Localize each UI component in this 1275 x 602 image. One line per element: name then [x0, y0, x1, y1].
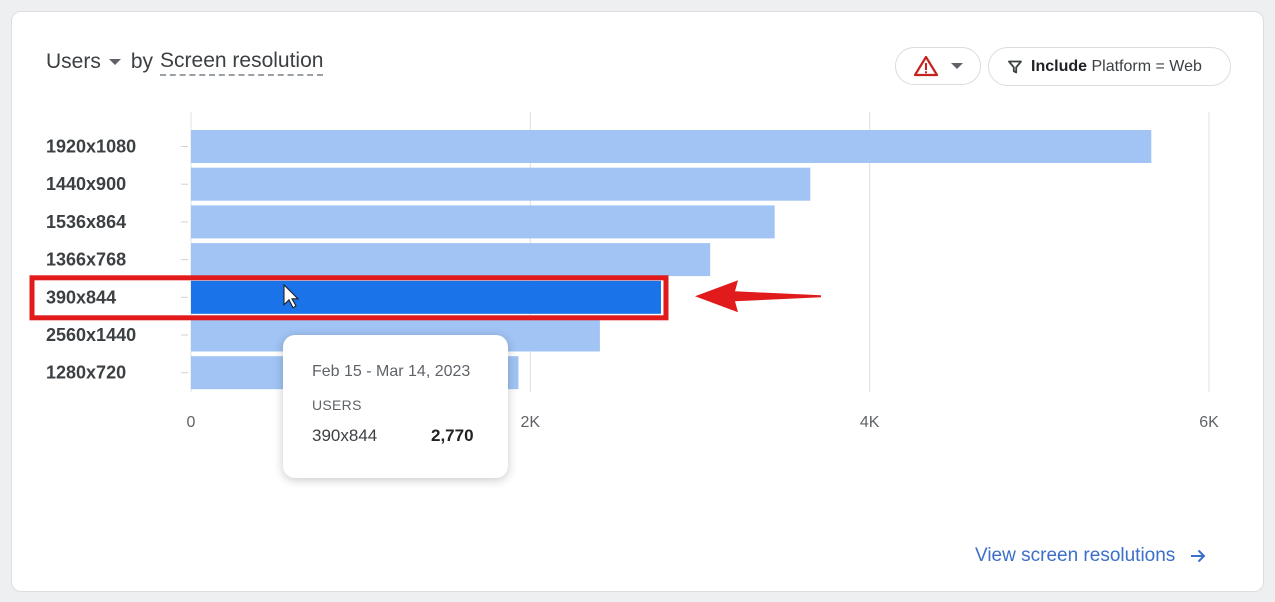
tooltip-date-range: Feb 15 - Mar 14, 2023 — [312, 363, 471, 380]
category-label: 2560x1440 — [46, 325, 136, 345]
tooltip-metric: USERS — [312, 397, 362, 413]
category-label: 1920x1080 — [46, 137, 136, 157]
view-screen-resolutions-link[interactable]: View screen resolutions — [975, 543, 1207, 569]
bar-390x844[interactable] — [191, 280, 661, 314]
x-tick-label: 0 — [187, 414, 196, 431]
annotation-arrow — [695, 280, 821, 313]
bar-chart: 1920x1080 1440x900 1536x864 1366x768 390x844… — [29, 112, 1219, 431]
chart-tooltip: Feb 15 - Mar 14, 2023 USERS 390x844 2,77… — [283, 335, 508, 478]
x-tick-label: 4K — [860, 414, 880, 431]
bar-1440x900[interactable] — [191, 167, 811, 201]
tooltip-category: 390x844 — [312, 426, 378, 445]
x-tick-label: 6K — [1199, 414, 1219, 431]
arrow-right-icon — [1191, 549, 1206, 563]
category-label: 1536x864 — [46, 212, 126, 232]
bar-1536x864[interactable] — [191, 205, 775, 239]
category-label: 1366x768 — [46, 250, 126, 270]
bar-1920x1080[interactable] — [191, 130, 1152, 163]
x-tick-label: 2K — [521, 414, 541, 431]
tooltip-value: 2,770 — [431, 426, 474, 445]
bar-1366x768[interactable] — [191, 243, 711, 277]
category-label: 1280x720 — [46, 363, 126, 383]
category-label: 1440x900 — [46, 174, 126, 194]
link-label: View screen resolutions — [975, 545, 1176, 566]
category-label: 390x844 — [46, 287, 116, 307]
